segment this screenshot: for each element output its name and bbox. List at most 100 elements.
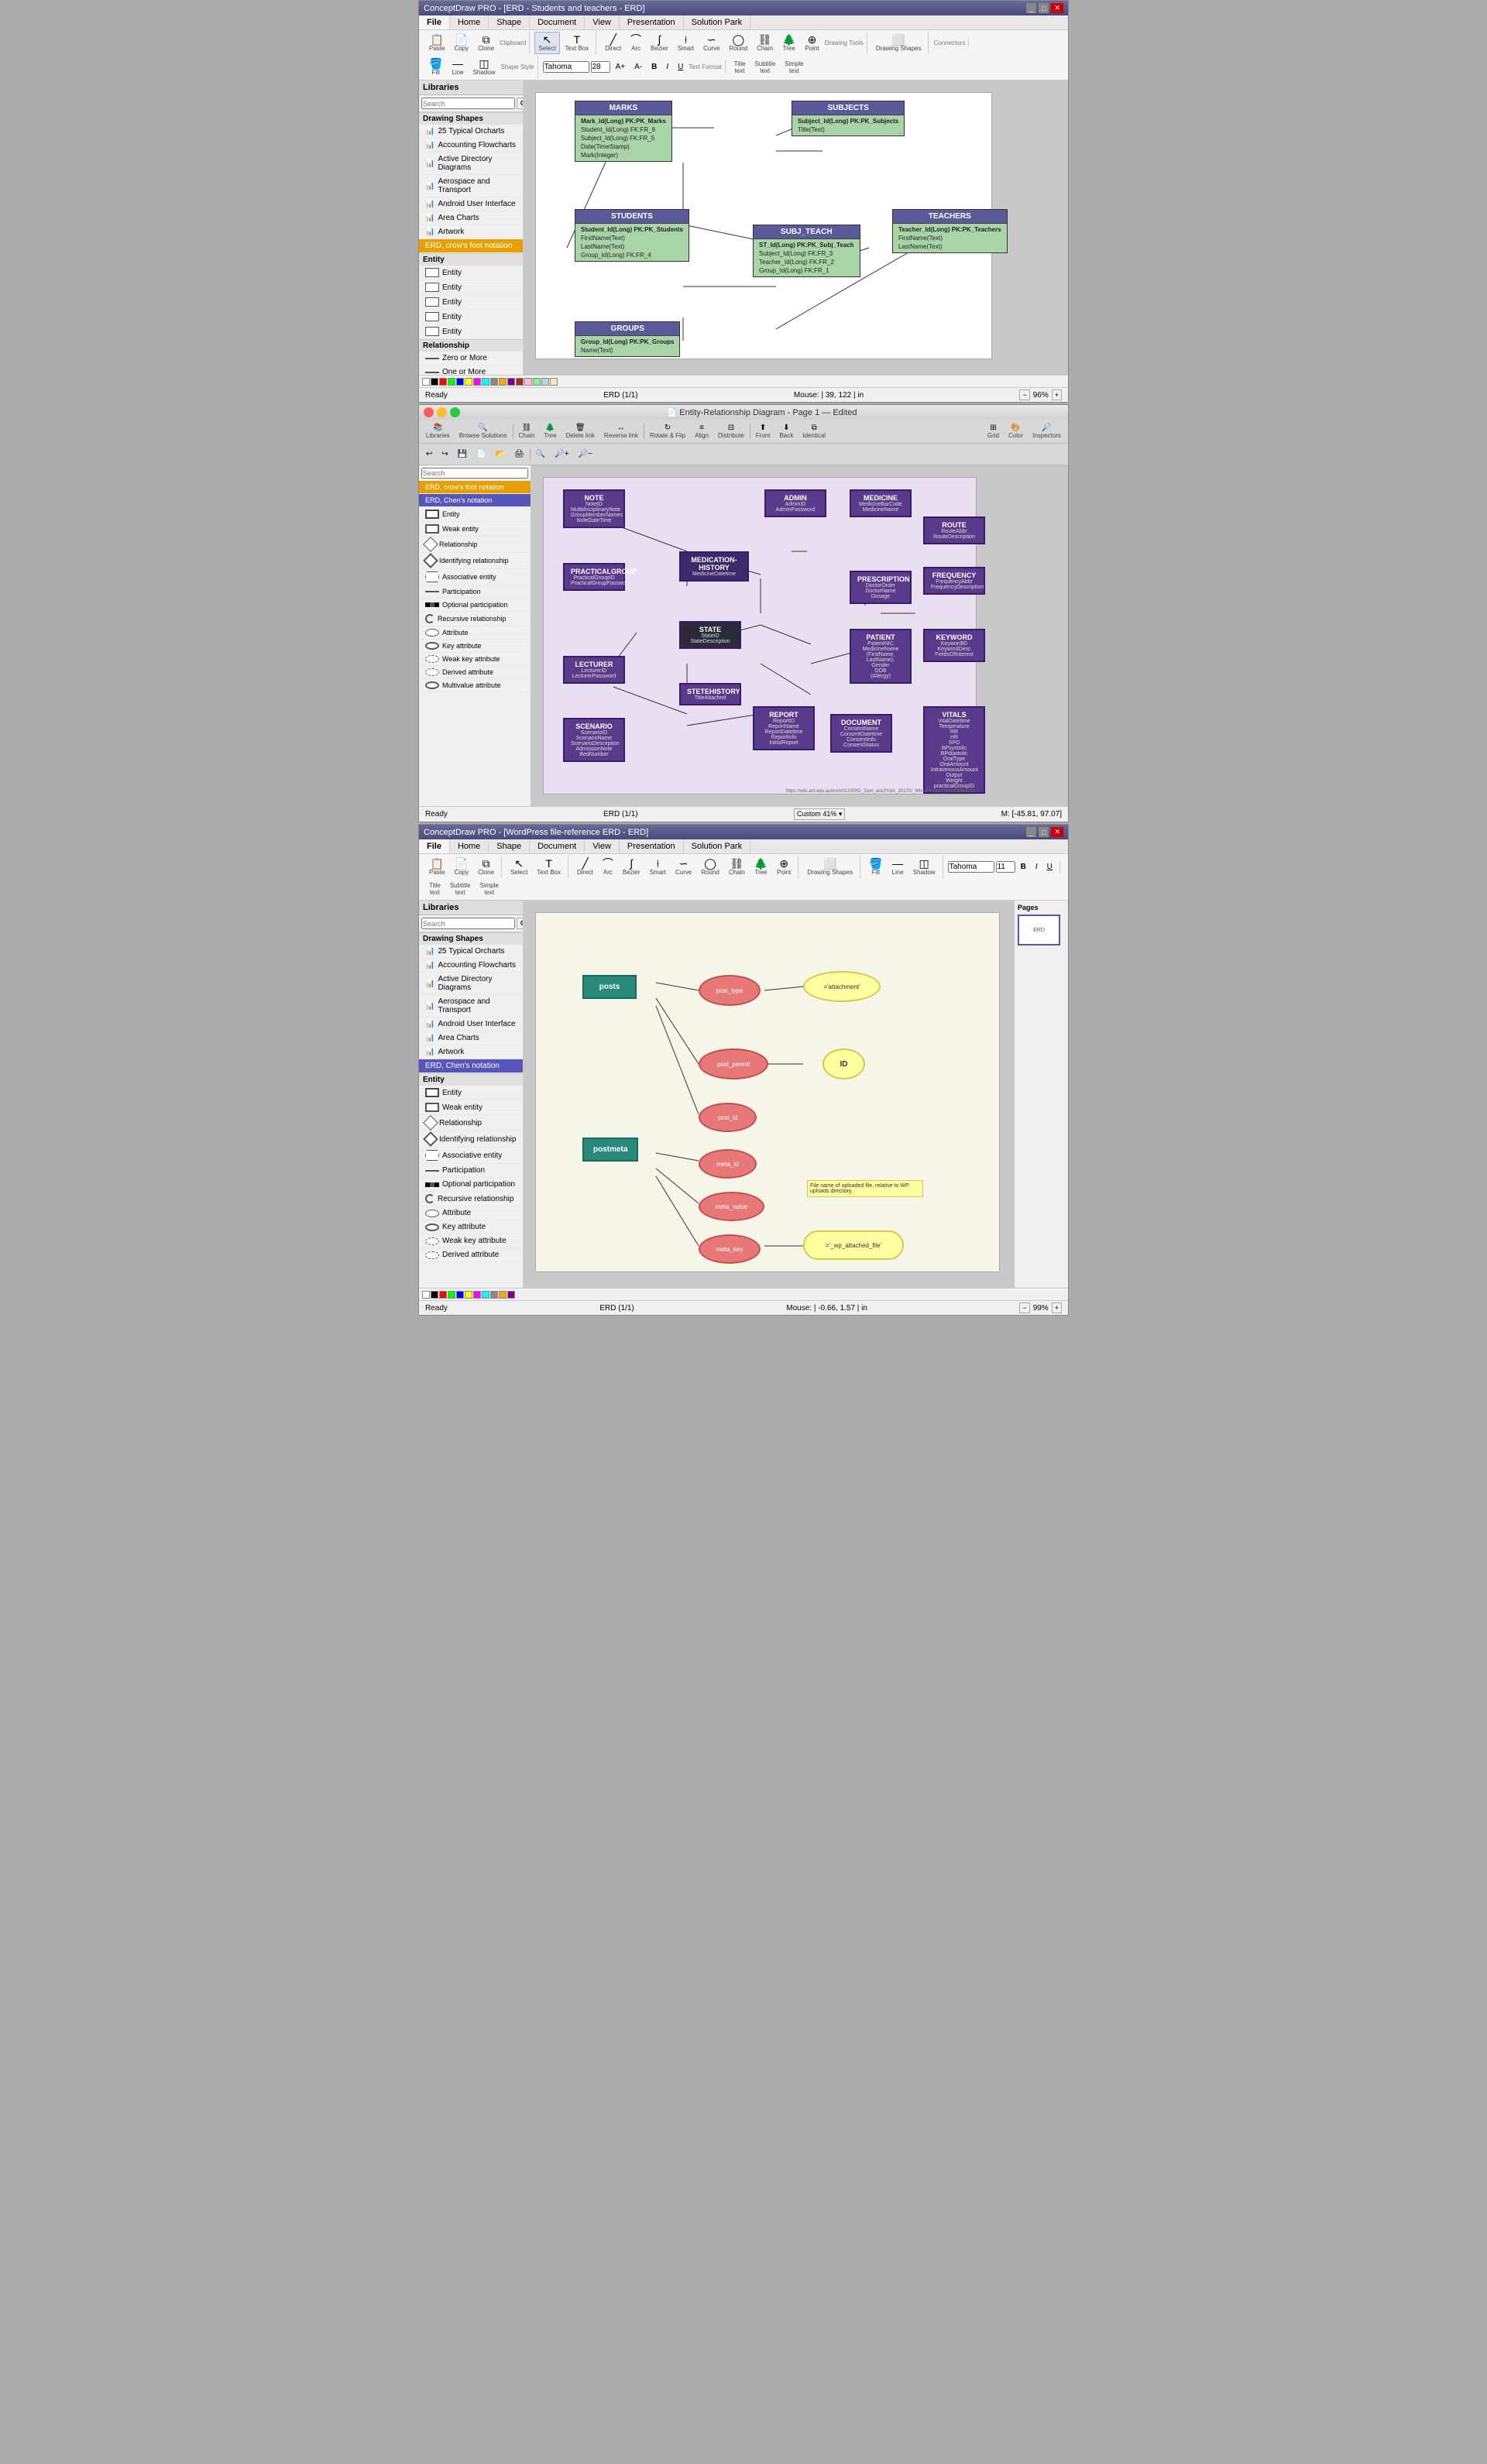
copy-btn[interactable]: 📄Copy <box>450 32 472 54</box>
win3-drawing-shapes-btn[interactable]: ⬜Drawing Shapes <box>803 856 857 878</box>
sidebar-entity-3[interactable]: Entity <box>419 295 523 310</box>
win3-weak-key-attr-item[interactable]: Weak key attribute <box>419 1234 523 1248</box>
win3-smart-btn[interactable]: ⟊Smart <box>646 856 670 878</box>
win3-participation-item[interactable]: Participation <box>419 1164 523 1178</box>
win3-curve-btn[interactable]: ∽Curve <box>671 856 695 878</box>
win3-recursive-rel-item[interactable]: Recursive relationship <box>419 1192 523 1206</box>
menu-file[interactable]: File <box>419 15 450 29</box>
color-yellow[interactable] <box>465 378 472 386</box>
smart-btn[interactable]: ⟊Smart <box>674 32 698 54</box>
win2-new-btn[interactable]: 📄 <box>472 448 489 461</box>
win3-sidebar-area-charts[interactable]: 📊 Area Charts <box>419 1031 523 1045</box>
color-purple[interactable] <box>507 378 515 386</box>
win3-menu-home[interactable]: Home <box>450 839 489 853</box>
win3-line-btn[interactable]: —Line <box>888 856 908 878</box>
win3-subtitle-text-btn[interactable]: Subtitletext <box>446 880 475 898</box>
win3-sidebar-android[interactable]: 📊 Android User Interface <box>419 1018 523 1031</box>
sidebar-android[interactable]: 📊 Android User Interface <box>419 197 523 211</box>
sidebar-entity-4[interactable]: Entity <box>419 310 523 324</box>
entity-keyword[interactable]: KEYWORD KeywordID KeywordDesc FieldsOfIn… <box>923 629 985 662</box>
win2-attribute-item[interactable]: Attribute <box>419 626 531 640</box>
entity-report[interactable]: REPORT ReportID ReportName ReportDatetim… <box>753 706 815 750</box>
entity-teachers[interactable]: TEACHERS Teacher_Id(Long) PK:PK_Teachers… <box>892 209 1008 253</box>
oval-meta-key[interactable]: meta_key <box>699 1234 761 1264</box>
win3-zoom-in-btn[interactable]: + <box>1052 1302 1062 1313</box>
entity-subjects[interactable]: SUBJECTS Subject_Id(Long) PK:PK_Subjects… <box>792 101 905 136</box>
win3-assoc-entity-item[interactable]: Associative entity <box>419 1148 523 1164</box>
win3-color-blue[interactable] <box>456 1291 464 1299</box>
bezier-btn[interactable]: ∫Bezier <box>647 32 672 54</box>
fill-btn[interactable]: 🪣Fill <box>425 56 446 78</box>
win2-front-btn[interactable]: ⬆Front <box>752 421 774 441</box>
underline-btn[interactable]: U <box>674 60 687 74</box>
entity-practicalgroup[interactable]: PRACTICALGROUP PracticalGroupID Practica… <box>563 563 625 591</box>
sidebar-orcharts[interactable]: 📊 25 Typical Orcharts <box>419 125 523 139</box>
win3-fill-btn[interactable]: 🪣Fill <box>865 856 886 878</box>
chain-btn[interactable]: ⛓Chain <box>753 32 777 54</box>
win2-redo-btn[interactable]: ↪ <box>438 448 452 461</box>
win3-chain-btn[interactable]: ⛓Chain <box>725 856 749 878</box>
win2-zoom-in-tb-btn[interactable]: 🔎+ <box>551 448 572 461</box>
win2-print-btn[interactable]: 🖨 <box>510 448 528 461</box>
oval-post-parent[interactable]: post_parent <box>699 1048 768 1079</box>
entity-marks[interactable]: MARKS Mark_Id(Long) PK:PK_Marks Student_… <box>575 101 672 162</box>
win3-shadow-btn[interactable]: ◫Shadow <box>909 856 939 878</box>
win3-copy-btn[interactable]: 📄Copy <box>450 856 472 878</box>
win3-font-size-input[interactable] <box>996 861 1015 873</box>
oval-attachment[interactable]: ='attachment' <box>803 971 881 1002</box>
simple-text-btn[interactable]: Simpletext <box>781 58 807 77</box>
color-pink[interactable] <box>524 378 532 386</box>
win3-minimize-btn[interactable]: _ <box>1026 827 1036 837</box>
win2-browse-btn[interactable]: 🔍Browse Solutions <box>455 421 511 441</box>
direct-btn[interactable]: ╱Direct <box>601 32 625 54</box>
entity-students[interactable]: STUDENTS Student_Id(Long) PK:PK_Students… <box>575 209 689 262</box>
win2-derived-attr-item[interactable]: Derived attribute <box>419 666 531 679</box>
win3-menu-view[interactable]: View <box>585 839 620 853</box>
win2-inspectors-btn[interactable]: 🔎Inspectors <box>1029 421 1065 441</box>
entity-scenario[interactable]: SCENARIO ScenarioID ScenarioName Scenari… <box>563 718 625 762</box>
entity-frequency[interactable]: FREQUENCY FrequencyAbbr FrequencyDescrip… <box>923 567 985 595</box>
color-cyan[interactable] <box>482 378 489 386</box>
win3-arc-btn[interactable]: ⌒Arc <box>599 856 617 878</box>
sidebar-one-or-more[interactable]: One or More <box>419 365 523 375</box>
color-green[interactable] <box>448 378 455 386</box>
win2-align-btn[interactable]: ≡Align <box>691 421 713 441</box>
win3-color-red[interactable] <box>439 1291 447 1299</box>
win2-identifying-rel-item[interactable]: Identifying relationship <box>419 553 531 569</box>
win2-canvas[interactable]: NOTE NoteID MultidisciplinaryNote GroupM… <box>531 465 1068 806</box>
win2-chen-item[interactable]: ERD, Chen's notation <box>419 494 531 507</box>
font-inc-btn[interactable]: A+ <box>612 60 630 74</box>
win3-menu-file[interactable]: File <box>419 839 450 853</box>
win3-close-btn[interactable]: ✕ <box>1051 827 1063 837</box>
font-name-input[interactable] <box>543 61 589 73</box>
sidebar-activedir[interactable]: 📊 Active Directory Diagrams <box>419 153 523 175</box>
sidebar-crowsfoot-notation[interactable]: ERD, crow's foot notation <box>419 239 523 253</box>
sidebar-search-input[interactable] <box>421 98 515 109</box>
color-gray[interactable] <box>490 378 498 386</box>
color-black[interactable] <box>431 378 438 386</box>
win2-max-btn[interactable] <box>450 407 460 417</box>
select-btn[interactable]: ↖Select <box>534 32 559 54</box>
entity-patient[interactable]: PATIENT PatientNIC MedicineName (FirstNa… <box>850 629 912 684</box>
win2-open-btn[interactable]: 📂 <box>492 448 509 461</box>
title-text-btn[interactable]: Titletext <box>730 58 750 77</box>
entity-document[interactable]: DOCUMENT ConsentName ConsentDatetime Con… <box>830 714 892 753</box>
win1-minimize-btn[interactable]: _ <box>1026 3 1036 13</box>
win2-key-attr-item[interactable]: Key attribute <box>419 640 531 653</box>
win3-relationship-item[interactable]: Relationship <box>419 1115 523 1131</box>
entity-posts[interactable]: posts <box>582 975 637 999</box>
entity-postmeta[interactable]: postmeta <box>582 1138 638 1162</box>
win3-sidebar-artwork[interactable]: 📊 Artwork <box>419 1045 523 1059</box>
win3-optional-part-item[interactable]: Optional participation <box>419 1178 523 1192</box>
entity-lecturer[interactable]: LECTURER LecturerID LecturerPassword <box>563 656 625 684</box>
win3-color-cyan[interactable] <box>482 1291 489 1299</box>
win3-textbox-btn[interactable]: TText Box <box>533 856 565 878</box>
font-size-input[interactable] <box>591 61 610 73</box>
tree-btn[interactable]: 🌲Tree <box>778 32 799 54</box>
page-thumb-erd[interactable]: ERD <box>1018 915 1060 945</box>
oval-meta-id[interactable]: meta_id <box>699 1149 757 1179</box>
win1-zoom-in-btn[interactable]: + <box>1052 390 1062 400</box>
win3-color-green[interactable] <box>448 1291 455 1299</box>
win2-min-btn[interactable] <box>437 407 447 417</box>
win3-title-text-btn[interactable]: Titletext <box>425 880 445 898</box>
